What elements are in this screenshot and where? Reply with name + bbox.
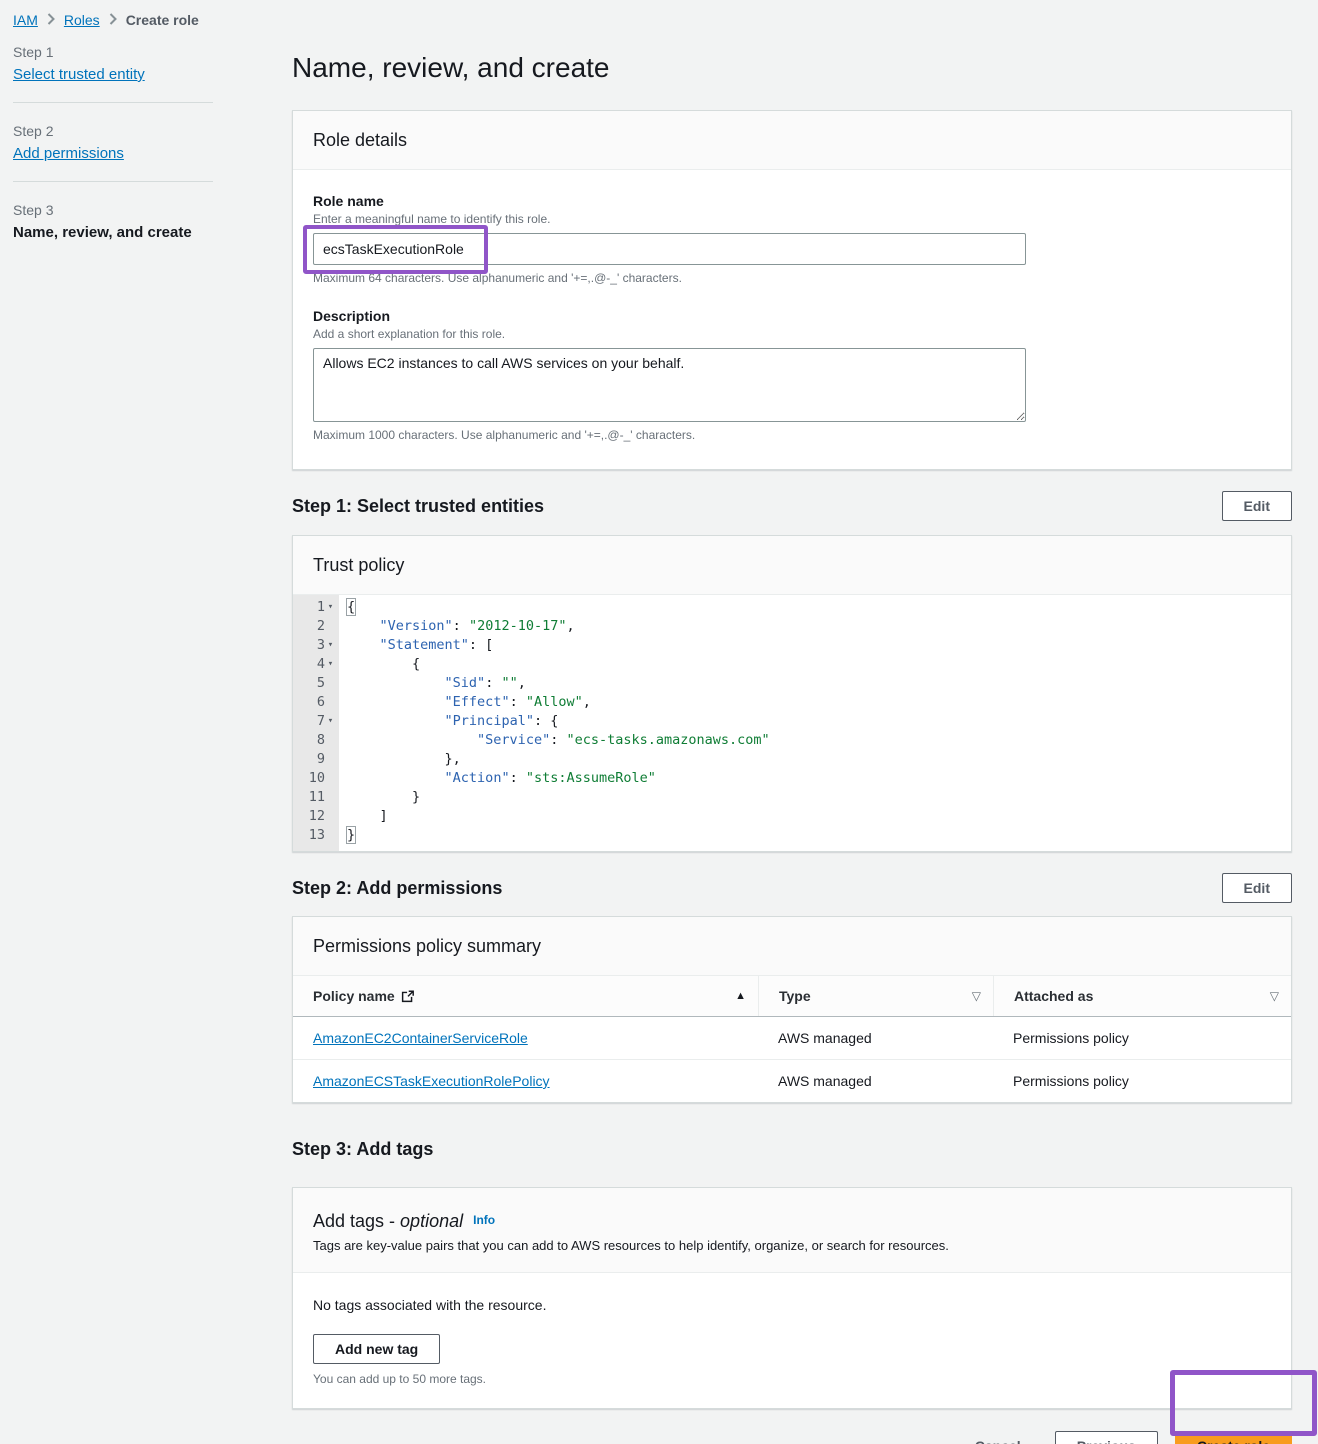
wizard-step-1: Step 1 Select trusted entity — [13, 44, 213, 83]
policy-type: AWS managed — [758, 1060, 993, 1102]
table-row: AmazonECSTaskExecutionRolePolicy AWS man… — [293, 1060, 1291, 1102]
cancel-button[interactable]: Cancel — [965, 1432, 1031, 1444]
permissions-summary-card: Permissions policy summary Policy name ▲… — [292, 916, 1292, 1103]
line-number: 2 — [317, 617, 325, 636]
step-number-label: Step 3 — [13, 202, 213, 218]
chevron-right-icon — [47, 12, 55, 28]
policy-type: AWS managed — [758, 1017, 993, 1059]
add-new-tag-button[interactable]: Add new tag — [313, 1334, 440, 1364]
wizard-footer: Cancel Previous Create role — [292, 1428, 1292, 1444]
step3-heading: Step 3: Add tags — [292, 1138, 1292, 1160]
role-details-card: Role details Role name Enter a meaningfu… — [292, 110, 1292, 470]
column-header-policy-name[interactable]: Policy name ▲ — [293, 976, 758, 1016]
line-number: 1 — [317, 598, 325, 617]
tags-limit-text: You can add up to 50 more tags. — [313, 1372, 1271, 1386]
sidebar-item-add-permissions[interactable]: Add permissions — [13, 145, 124, 162]
description-constraint: Maximum 1000 characters. Use alphanumeri… — [313, 428, 1271, 442]
column-header-type[interactable]: Type ▽ — [758, 976, 993, 1016]
sort-icon: ▽ — [972, 989, 981, 1003]
breadcrumb-link-iam[interactable]: IAM — [13, 12, 38, 28]
divider — [13, 181, 213, 182]
main-content: Name, review, and create Role details Ro… — [292, 0, 1292, 1444]
code-fold-icon[interactable]: ▾ — [325, 655, 336, 674]
policy-link[interactable]: AmazonEC2ContainerServiceRole — [313, 1030, 528, 1046]
policy-link[interactable]: AmazonECSTaskExecutionRolePolicy — [313, 1073, 550, 1089]
sort-ascending-icon: ▲ — [735, 990, 746, 1002]
breadcrumb-link-roles[interactable]: Roles — [64, 12, 100, 28]
line-number: 7 — [317, 712, 325, 731]
code-fold-icon[interactable]: ▾ — [325, 712, 336, 731]
permissions-summary-header: Permissions policy summary — [293, 917, 1291, 976]
code-fold-icon[interactable]: ▾ — [325, 598, 336, 617]
role-name-help: Enter a meaningful name to identify this… — [313, 212, 1271, 226]
divider — [13, 102, 213, 103]
card-title: Add tags - optionalInfo — [313, 1209, 1271, 1232]
role-details-body: Role name Enter a meaningful name to ide… — [293, 170, 1291, 469]
description-textarea[interactable]: Allows EC2 instances to call AWS service… — [313, 348, 1026, 422]
trust-policy-header: Trust policy — [293, 536, 1291, 595]
role-name-constraint: Maximum 64 characters. Use alphanumeric … — [313, 271, 1271, 285]
wizard-steps-nav: Step 1 Select trusted entity Step 2 Add … — [13, 44, 213, 241]
code-fold-icon[interactable]: ▾ — [325, 636, 336, 655]
breadcrumb-current: Create role — [126, 12, 199, 28]
step2-heading: Step 2: Add permissions — [292, 877, 502, 899]
card-title: Permissions policy summary — [313, 935, 1271, 957]
column-header-attached-as[interactable]: Attached as ▽ — [993, 976, 1291, 1016]
chevron-right-icon — [109, 12, 117, 28]
breadcrumb: IAM Roles Create role — [13, 12, 199, 28]
no-tags-text: No tags associated with the resource. — [313, 1297, 1271, 1313]
edit-trusted-entities-button[interactable]: Edit — [1222, 491, 1292, 521]
code-gutter: 1▾23▾4▾567▾8910111213 — [293, 595, 339, 851]
step-number-label: Step 2 — [13, 123, 213, 139]
policy-attached-as: Permissions policy — [993, 1060, 1291, 1102]
line-number: 8 — [317, 731, 325, 750]
line-number: 9 — [317, 750, 325, 769]
sidebar-item-name-review-create: Name, review, and create — [13, 224, 192, 241]
line-number: 10 — [309, 769, 325, 788]
line-number: 5 — [317, 674, 325, 693]
add-tags-header: Add tags - optionalInfo Tags are key-val… — [293, 1188, 1291, 1273]
card-title: Role details — [313, 129, 1271, 151]
page-title: Name, review, and create — [292, 51, 1292, 85]
line-number: 13 — [309, 826, 325, 845]
line-number: 11 — [309, 788, 325, 807]
code-content: { "Version": "2012-10-17", "Statement": … — [339, 595, 1291, 851]
external-link-icon — [401, 990, 414, 1003]
step2-section-head: Step 2: Add permissions Edit — [292, 873, 1292, 903]
add-tags-body: No tags associated with the resource. Ad… — [293, 1273, 1291, 1408]
line-number: 3 — [317, 636, 325, 655]
add-tags-card: Add tags - optionalInfo Tags are key-val… — [292, 1187, 1292, 1409]
wizard-step-2: Step 2 Add permissions — [13, 123, 213, 162]
add-tags-description: Tags are key-value pairs that you can ad… — [313, 1238, 1271, 1253]
table-header-row: Policy name ▲ Type ▽ Attached as ▽ — [293, 976, 1291, 1017]
line-number: 6 — [317, 693, 325, 712]
create-role-button[interactable]: Create role — [1175, 1431, 1292, 1444]
description-help: Add a short explanation for this role. — [313, 327, 1271, 341]
trust-policy-editor[interactable]: 1▾23▾4▾567▾8910111213 { "Version": "2012… — [293, 595, 1291, 851]
info-link[interactable]: Info — [473, 1213, 495, 1227]
description-label: Description — [313, 308, 1271, 324]
wizard-step-3: Step 3 Name, review, and create — [13, 202, 213, 241]
policy-attached-as: Permissions policy — [993, 1017, 1291, 1059]
trust-policy-card: Trust policy 1▾23▾4▾567▾8910111213 { "Ve… — [292, 535, 1292, 852]
sort-icon: ▽ — [1270, 989, 1279, 1003]
card-title: Trust policy — [313, 554, 1271, 576]
previous-button[interactable]: Previous — [1055, 1431, 1158, 1444]
role-details-header: Role details — [293, 111, 1291, 170]
step-number-label: Step 1 — [13, 44, 213, 60]
step1-heading: Step 1: Select trusted entities — [292, 495, 544, 517]
line-number: 4 — [317, 655, 325, 674]
line-number: 12 — [309, 807, 325, 826]
edit-permissions-button[interactable]: Edit — [1222, 873, 1292, 903]
create-role-page: IAM Roles Create role Step 1 Select trus… — [0, 0, 1318, 1444]
role-name-label: Role name — [313, 193, 1271, 209]
step1-section-head: Step 1: Select trusted entities Edit — [292, 491, 1292, 521]
sidebar-item-select-trusted-entity[interactable]: Select trusted entity — [13, 66, 145, 83]
role-name-input[interactable] — [313, 233, 1026, 265]
table-row: AmazonEC2ContainerServiceRole AWS manage… — [293, 1017, 1291, 1060]
